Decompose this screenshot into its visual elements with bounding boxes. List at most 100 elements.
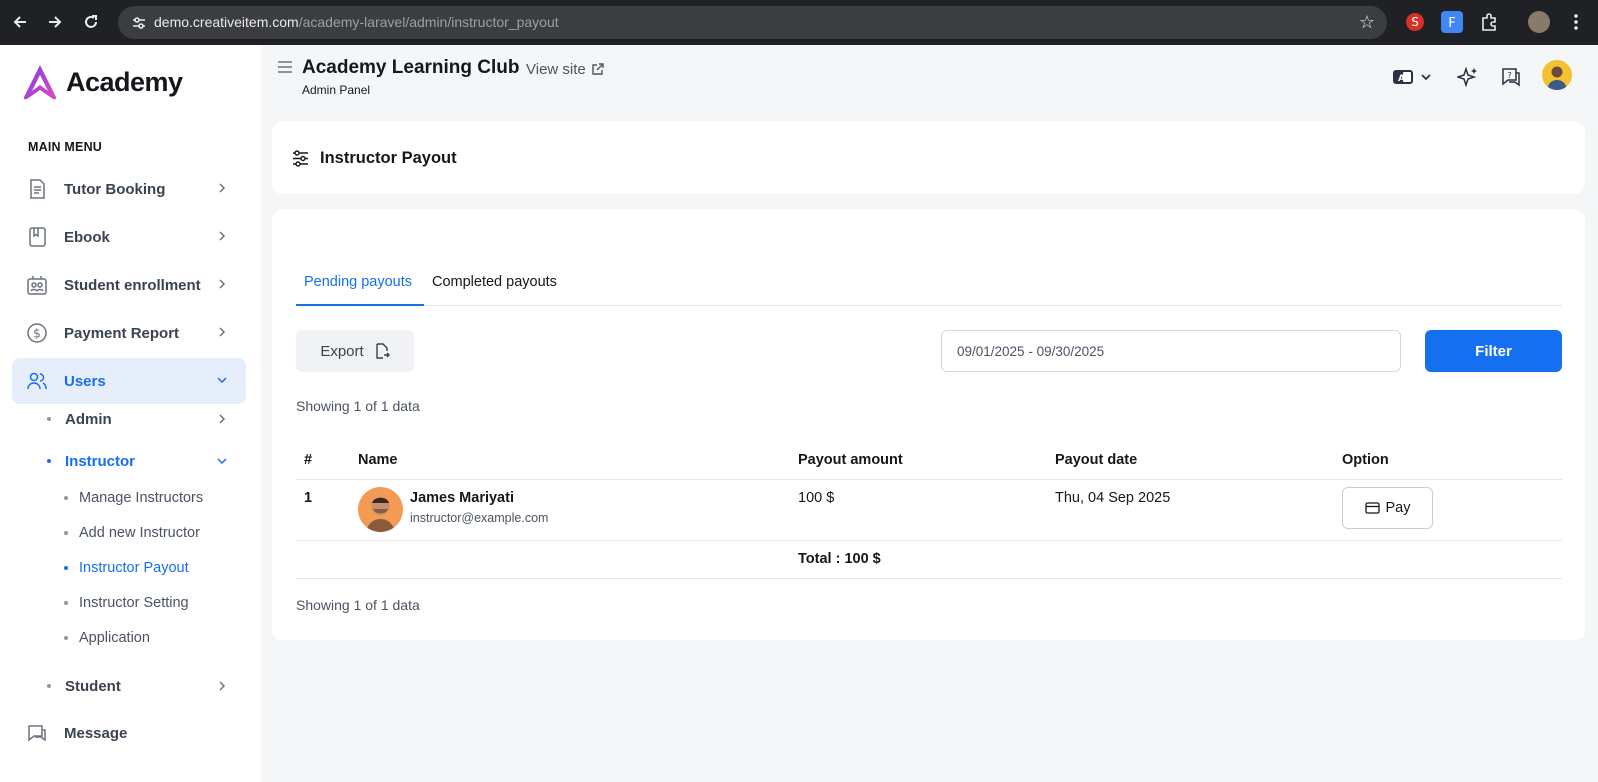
address-bar[interactable]: demo.creativeitem.com/academy-laravel/ad…: [118, 6, 1387, 39]
bullet-dot: [47, 459, 51, 463]
chevron-down-icon: [217, 377, 227, 384]
chevron-right-icon[interactable]: [216, 680, 228, 692]
bullet-dot: [64, 531, 68, 535]
extension-f-icon[interactable]: F: [1441, 11, 1463, 33]
pay-label: Pay: [1385, 500, 1411, 516]
extensions-puzzle-icon[interactable]: [1478, 11, 1500, 33]
svg-text:$: $: [33, 327, 41, 341]
users-icon: [27, 372, 47, 390]
sidebar-subitem-add-new-instructor[interactable]: Add new Instructor: [64, 523, 200, 543]
subitem-label: Student: [65, 677, 121, 695]
instructor-name: James Mariyati: [410, 490, 514, 506]
chevron-right-icon[interactable]: [216, 413, 228, 425]
external-link-icon: [592, 63, 604, 75]
sidebar-subitem-instructor[interactable]: Instructor: [47, 451, 135, 471]
sidebar-subitem-instructor-payout[interactable]: Instructor Payout: [64, 558, 189, 578]
showing-count-bottom: Showing 1 of 1 data: [296, 597, 420, 613]
svg-text:S: S: [1411, 15, 1419, 29]
view-site-link[interactable]: View site: [526, 61, 604, 78]
payout-amount: 100 $: [798, 490, 835, 506]
forward-icon[interactable]: [44, 11, 66, 33]
subitem-label: Manage Instructors: [79, 490, 204, 506]
instructor-avatar-image: [366, 497, 395, 532]
sidebar-item-users[interactable]: Users: [12, 358, 246, 404]
filter-sliders-icon: [293, 150, 308, 167]
user-avatar-image: [1547, 66, 1567, 90]
reload-icon[interactable]: [80, 11, 102, 33]
active-tab-indicator: [296, 304, 424, 306]
user-avatar[interactable]: [1542, 60, 1572, 90]
bookmark-star-icon[interactable]: ☆: [1359, 12, 1375, 33]
subitem-label: Add new Instructor: [79, 525, 200, 541]
table-header-option: Option: [1342, 452, 1389, 468]
sidebar-subitem-instructor-setting[interactable]: Instructor Setting: [64, 593, 189, 613]
payout-tabs: Pending payouts Completed payouts: [296, 262, 1562, 306]
sidebar-item-label: Message: [64, 724, 128, 742]
sidebar-subitem-student[interactable]: Student: [47, 676, 121, 696]
document-icon: [30, 179, 45, 199]
bullet-dot: [64, 566, 68, 570]
subitem-label: Instructor Payout: [79, 560, 189, 576]
payout-total: Total : 100 $: [798, 551, 881, 567]
sidebar-item-message[interactable]: Message: [12, 710, 246, 756]
sidebar-item-label: Payment Report: [64, 324, 180, 342]
help-chat-icon[interactable]: ?: [1500, 66, 1522, 88]
site-settings-icon[interactable]: [130, 14, 148, 32]
chevron-right-icon: [219, 279, 226, 289]
view-site-label: View site: [526, 61, 586, 78]
language-icon: A: [1393, 70, 1431, 84]
bullet-dot: [47, 417, 51, 421]
total-divider: [296, 578, 1562, 579]
logo-text: Academy: [66, 66, 183, 97]
sidebar-item-label: Student enrollment: [64, 276, 201, 294]
browser-menu-icon[interactable]: [1565, 11, 1587, 33]
tab-completed-payouts[interactable]: Completed payouts: [432, 274, 557, 290]
sidebar: Academy MAIN MENU Tutor Booking Ebook St…: [0, 45, 261, 782]
logo[interactable]: Academy: [20, 63, 183, 101]
sparkle-ai-icon[interactable]: [1455, 66, 1479, 88]
book-icon: [29, 227, 46, 247]
sidebar-item-ebook[interactable]: Ebook: [12, 214, 246, 260]
hamburger-menu-icon[interactable]: [277, 60, 293, 74]
chevron-right-icon: [219, 231, 226, 241]
sidebar-item-label: Ebook: [64, 228, 110, 246]
sidebar-item-label: Tutor Booking: [64, 180, 166, 198]
export-button[interactable]: Export: [296, 330, 414, 372]
table-header-divider: [296, 479, 1562, 480]
filter-button[interactable]: Filter: [1425, 330, 1562, 372]
chevron-down-icon[interactable]: [216, 455, 228, 467]
instructor-email: instructor@example.com: [410, 511, 549, 525]
profile-avatar-icon[interactable]: [1528, 11, 1550, 33]
table-header-index: #: [304, 452, 313, 468]
chevron-right-icon: [219, 183, 226, 193]
browser-toolbar: demo.creativeitem.com/academy-laravel/ad…: [0, 0, 1598, 45]
dollar-icon: $: [27, 323, 47, 343]
url-text: demo.creativeitem.com/academy-laravel/ad…: [154, 14, 559, 30]
subitem-label: Instructor: [65, 452, 136, 470]
table-header-payout-amount: Payout amount: [798, 452, 903, 468]
date-range-input[interactable]: 09/01/2025 - 09/30/2025: [941, 330, 1401, 372]
back-icon[interactable]: [9, 11, 31, 33]
sidebar-item-student-enrollment[interactable]: Student enrollment: [12, 262, 246, 308]
sidebar-item-tutor-booking[interactable]: Tutor Booking: [12, 166, 246, 212]
bullet-dot: [64, 636, 68, 640]
pay-button[interactable]: Pay: [1342, 487, 1433, 529]
enrollment-icon: [27, 276, 47, 295]
sidebar-subitem-admin[interactable]: Admin: [47, 409, 112, 429]
sidebar-item-label: Users: [64, 372, 106, 390]
sidebar-subitem-manage-instructors[interactable]: Manage Instructors: [64, 488, 203, 508]
sidebar-item-payment-report[interactable]: $ Payment Report: [12, 310, 246, 356]
tab-pending-payouts[interactable]: Pending payouts: [304, 274, 412, 290]
page-title-card: [272, 122, 1585, 194]
sidebar-subitem-application[interactable]: Application: [64, 628, 150, 648]
main-menu-title: MAIN MENU: [28, 140, 103, 154]
table-header-payout-date: Payout date: [1055, 452, 1138, 468]
credit-card-icon: [1364, 502, 1380, 514]
bullet-dot: [47, 684, 51, 688]
row-index: 1: [304, 490, 313, 506]
language-selector[interactable]: A: [1392, 66, 1436, 88]
site-title: Academy Learning Club: [302, 57, 520, 78]
bullet-dot: [64, 496, 68, 500]
subitem-label: Instructor Setting: [79, 595, 189, 611]
extension-s-icon[interactable]: S: [1404, 11, 1426, 33]
